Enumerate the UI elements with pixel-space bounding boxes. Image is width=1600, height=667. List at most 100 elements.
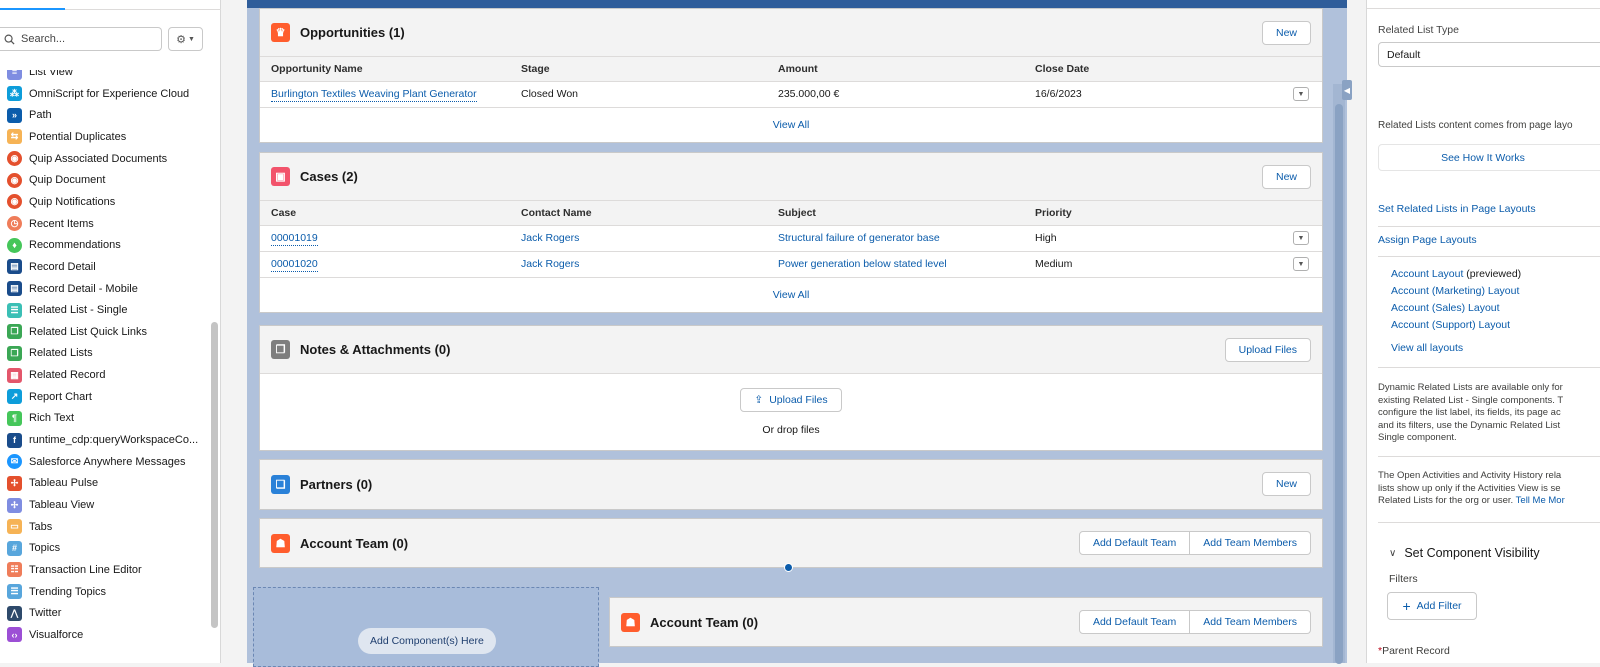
palette-item[interactable]: ♦ Recommendations xyxy=(0,235,121,255)
contact-link[interactable]: Jack Rogers xyxy=(521,258,579,271)
account-team-related-list-secondary[interactable]: ☗ Account Team (0) Add Default Team Add … xyxy=(609,597,1323,647)
add-components-label[interactable]: Add Component(s) Here xyxy=(358,628,496,654)
layout-link[interactable]: Account (Sales) Layout xyxy=(1391,302,1500,314)
row-actions-icon[interactable]: ▼ xyxy=(1293,257,1309,272)
view-all-link[interactable]: View All xyxy=(260,278,1322,312)
palette-item[interactable]: ▭ Tabs xyxy=(0,517,52,537)
new-opportunity-button[interactable]: New xyxy=(1261,21,1311,45)
contact-link[interactable]: Jack Rogers xyxy=(521,232,579,245)
layout-link[interactable]: Account (Marketing) Layout xyxy=(1391,285,1519,297)
palette-item[interactable]: ¶ Rich Text xyxy=(0,408,74,428)
palette-item[interactable]: ☷ Transaction Line Editor xyxy=(0,560,142,580)
palette-item[interactable]: ▦ Related Record xyxy=(0,365,105,385)
column-header[interactable]: Case xyxy=(260,201,510,226)
subject-link[interactable]: Structural failure of generator base xyxy=(778,232,940,245)
palette-item[interactable]: ◷ Recent Items xyxy=(0,214,94,234)
upload-files-button[interactable]: ⇪ Upload Files xyxy=(740,388,842,412)
see-how-it-works-link[interactable]: See How It Works xyxy=(1378,144,1600,171)
column-header[interactable]: Close Date xyxy=(1024,57,1282,82)
view-all-link[interactable]: View All xyxy=(260,108,1322,142)
add-team-members-button[interactable]: Add Team Members xyxy=(1190,610,1311,634)
card-header: ☗ Account Team (0) Add Default Team Add … xyxy=(260,519,1322,567)
new-case-button[interactable]: New xyxy=(1261,165,1311,189)
related-list-type-select[interactable]: Default xyxy=(1378,42,1600,67)
text-segment: Related Lists for the org or user. xyxy=(1378,495,1514,506)
palette-item[interactable]: ▤ Record Detail - Mobile xyxy=(0,279,138,299)
account-team-related-list[interactable]: ☗ Account Team (0) Add Default Team Add … xyxy=(259,518,1323,568)
palette-item[interactable]: ◉ Quip Associated Documents xyxy=(0,149,167,169)
palette-item[interactable]: ✢ Tableau Pulse xyxy=(0,473,98,493)
add-default-team-button[interactable]: Add Default Team xyxy=(1078,610,1191,634)
component-search[interactable] xyxy=(0,27,162,51)
palette-item[interactable]: ↗ Report Chart xyxy=(0,387,92,407)
add-team-members-button[interactable]: Add Team Members xyxy=(1190,531,1311,555)
resize-handle[interactable] xyxy=(784,563,793,572)
palette-item[interactable]: ≡ List View xyxy=(0,70,73,82)
palette-item[interactable]: ❐ Related List Quick Links xyxy=(0,322,147,342)
view-all-layouts: View all layouts xyxy=(1391,342,1463,354)
search-icon xyxy=(4,34,15,45)
canvas-top-band xyxy=(247,0,1347,8)
priority-cell: Medium xyxy=(1024,251,1282,278)
palette-item[interactable]: # Topics xyxy=(0,538,60,558)
palette-item[interactable]: ⁂ OmniScript for Experience Cloud xyxy=(0,84,189,104)
view-all-layouts-link[interactable]: View all layouts xyxy=(1391,342,1463,354)
stage-cell: Closed Won xyxy=(510,81,767,108)
component-drop-zone[interactable]: Add Component(s) Here xyxy=(253,587,599,667)
column-header[interactable]: Stage xyxy=(510,57,767,82)
palette-item[interactable]: » Path xyxy=(0,105,52,125)
canvas-scrollbar-thumb[interactable] xyxy=(1335,104,1343,664)
palette-item-label: Related List Quick Links xyxy=(29,325,147,338)
palette-item[interactable]: ▤ Record Detail xyxy=(0,257,96,277)
card-title: Cases (2) xyxy=(300,169,358,184)
row-actions-icon[interactable]: ▼ xyxy=(1293,231,1309,246)
subject-link[interactable]: Power generation below stated level xyxy=(778,258,947,271)
palette-item[interactable]: ◉ Quip Document xyxy=(0,170,105,190)
column-header[interactable]: Amount xyxy=(767,57,1024,82)
palette-item-label: Related Lists xyxy=(29,347,93,360)
row-actions-icon[interactable]: ▼ xyxy=(1293,87,1309,102)
palette-item[interactable]: ❐ Related Lists xyxy=(0,343,93,363)
case-number-link[interactable]: 00001020 xyxy=(271,258,318,272)
new-partner-button[interactable]: New xyxy=(1261,472,1311,496)
palette-item[interactable]: f runtime_cdp:queryWorkspaceCo... xyxy=(0,430,198,450)
notes-attachments-related-list[interactable]: ❐ Notes & Attachments (0) Upload Files ⇪… xyxy=(259,325,1323,451)
layout-item: Account Layout (previewed) xyxy=(1391,268,1521,280)
set-related-lists-link[interactable]: Set Related Lists in Page Layouts xyxy=(1378,203,1536,215)
collapse-panel-icon[interactable]: ◀ xyxy=(1342,80,1352,100)
column-header[interactable]: Opportunity Name xyxy=(260,57,510,82)
crown-icon: ♛ xyxy=(271,23,290,42)
palette-item[interactable]: ✉ Salesforce Anywhere Messages xyxy=(0,452,186,472)
column-header[interactable]: Contact Name xyxy=(510,201,767,226)
file-drop-area[interactable]: ⇪ Upload Files Or drop files xyxy=(260,374,1322,450)
column-header[interactable]: Subject xyxy=(767,201,1024,226)
layout-link[interactable]: Account (Support) Layout xyxy=(1391,319,1510,331)
add-filter-button[interactable]: + Add Filter xyxy=(1387,592,1477,620)
settings-menu-button[interactable]: ⚙ ▼ xyxy=(168,27,203,51)
palette-item[interactable]: ⇆ Potential Duplicates xyxy=(0,127,126,147)
gear-icon: ⚙ xyxy=(176,33,186,46)
tell-me-more-link[interactable]: Tell Me Mor xyxy=(1516,495,1565,506)
partners-related-list[interactable]: ❏ Partners (0) New xyxy=(259,459,1323,510)
visibility-section-header[interactable]: ∨ Set Component Visibility xyxy=(1389,546,1540,560)
component-icon: ❐ xyxy=(7,324,22,340)
palette-item[interactable]: ‹› Visualforce xyxy=(0,625,83,645)
palette-item[interactable]: ⋀ Twitter xyxy=(0,603,61,623)
opportunities-related-list[interactable]: ♛ Opportunities (1) New Opportunity Name… xyxy=(259,8,1323,143)
add-default-team-button[interactable]: Add Default Team xyxy=(1078,531,1191,555)
upload-files-button[interactable]: Upload Files xyxy=(1224,338,1311,362)
layout-link[interactable]: Account Layout xyxy=(1391,268,1463,280)
cases-related-list[interactable]: ▣ Cases (2) New Case Contact Name Subjec… xyxy=(259,152,1323,313)
search-input[interactable] xyxy=(21,33,151,45)
card-title: Opportunities (1) xyxy=(300,25,405,40)
assign-page-layouts-link[interactable]: Assign Page Layouts xyxy=(1378,234,1477,246)
palette-item[interactable]: ✢ Tableau View xyxy=(0,495,94,515)
palette-item[interactable]: ◉ Quip Notifications xyxy=(0,192,115,212)
case-number-link[interactable]: 00001019 xyxy=(271,232,318,246)
opportunity-link[interactable]: Burlington Textiles Weaving Plant Genera… xyxy=(271,88,477,102)
palette-scrollbar[interactable] xyxy=(211,322,218,628)
column-header[interactable]: Priority xyxy=(1024,201,1282,226)
component-icon: ▤ xyxy=(7,281,22,296)
palette-item[interactable]: ☰ Trending Topics xyxy=(0,582,106,602)
palette-item[interactable]: ☰ Related List - Single xyxy=(0,300,127,320)
